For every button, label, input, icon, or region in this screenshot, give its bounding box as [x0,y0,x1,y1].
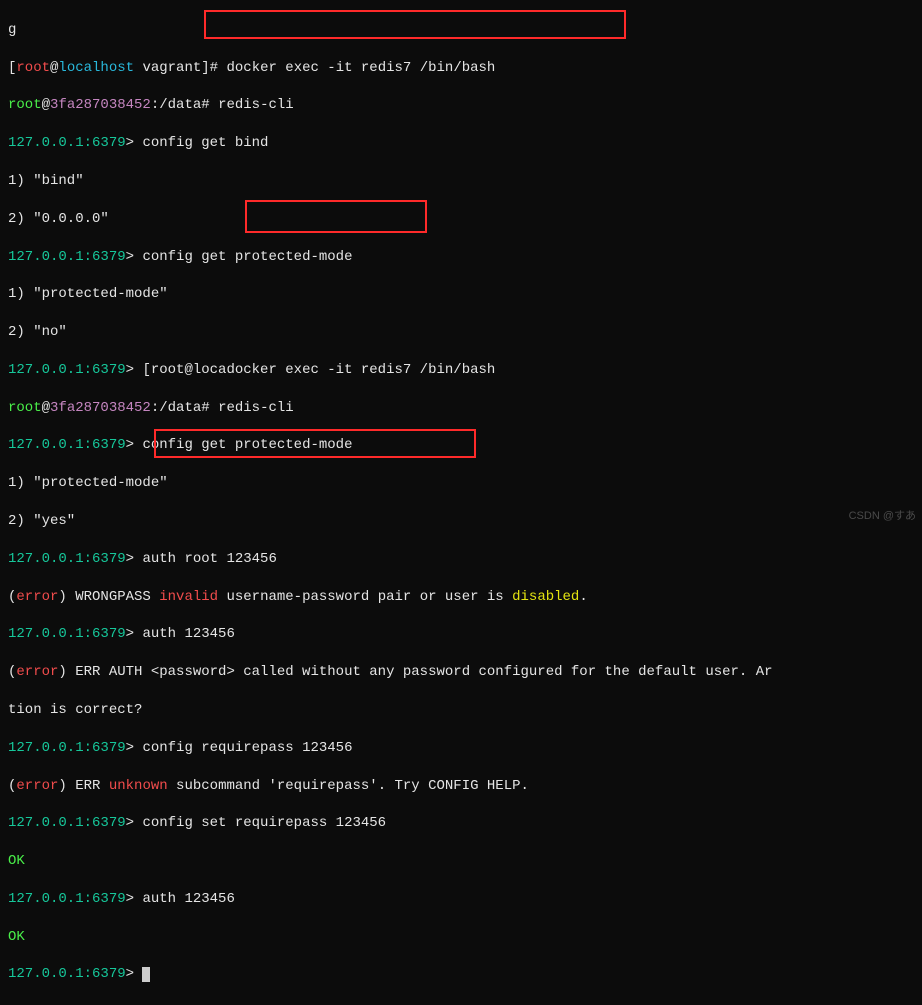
output: 2) "yes" [8,512,914,531]
redis-prompt-line: 127.0.0.1:6379> auth 123456 [8,625,914,644]
output: 1) "protected-mode" [8,474,914,493]
redis-prompt-active[interactable]: 127.0.0.1:6379> [8,965,914,984]
error-output: (error) ERR unknown subcommand 'requirep… [8,777,914,796]
output: tion is correct? [8,701,914,720]
ok-output: OK [8,852,914,871]
cursor-icon [142,967,150,982]
line: g [8,21,914,40]
watermark-text: CSDN @すあ [849,509,916,524]
output: 1) "protected-mode" [8,285,914,304]
terminal-output: g [root@localhost vagrant]# docker exec … [0,0,922,1005]
redis-prompt-line: 127.0.0.1:6379> config get protected-mod… [8,248,914,267]
redis-prompt-line: 127.0.0.1:6379> config set requirepass 1… [8,814,914,833]
error-output: (error) ERR AUTH <password> called witho… [8,663,914,682]
redis-prompt-line: 127.0.0.1:6379> config requirepass 12345… [8,739,914,758]
redis-prompt-line: 127.0.0.1:6379> config get protected-mod… [8,436,914,455]
container-prompt-line: root@3fa287038452:/data# redis-cli [8,96,914,115]
redis-prompt-line: 127.0.0.1:6379> config get bind [8,134,914,153]
redis-prompt-line: 127.0.0.1:6379> auth 123456 [8,890,914,909]
container-prompt-line: root@3fa287038452:/data# redis-cli [8,399,914,418]
redis-prompt-line: 127.0.0.1:6379> auth root 123456 [8,550,914,569]
redis-prompt-line: 127.0.0.1:6379> [root@locadocker exec -i… [8,361,914,380]
output: 2) "0.0.0.0" [8,210,914,229]
error-output: (error) WRONGPASS invalid username-passw… [8,588,914,607]
ok-output: OK [8,928,914,947]
output: 1) "bind" [8,172,914,191]
output: 2) "no" [8,323,914,342]
shell-prompt-line[interactable]: [root@localhost vagrant]# docker exec -i… [8,59,914,78]
